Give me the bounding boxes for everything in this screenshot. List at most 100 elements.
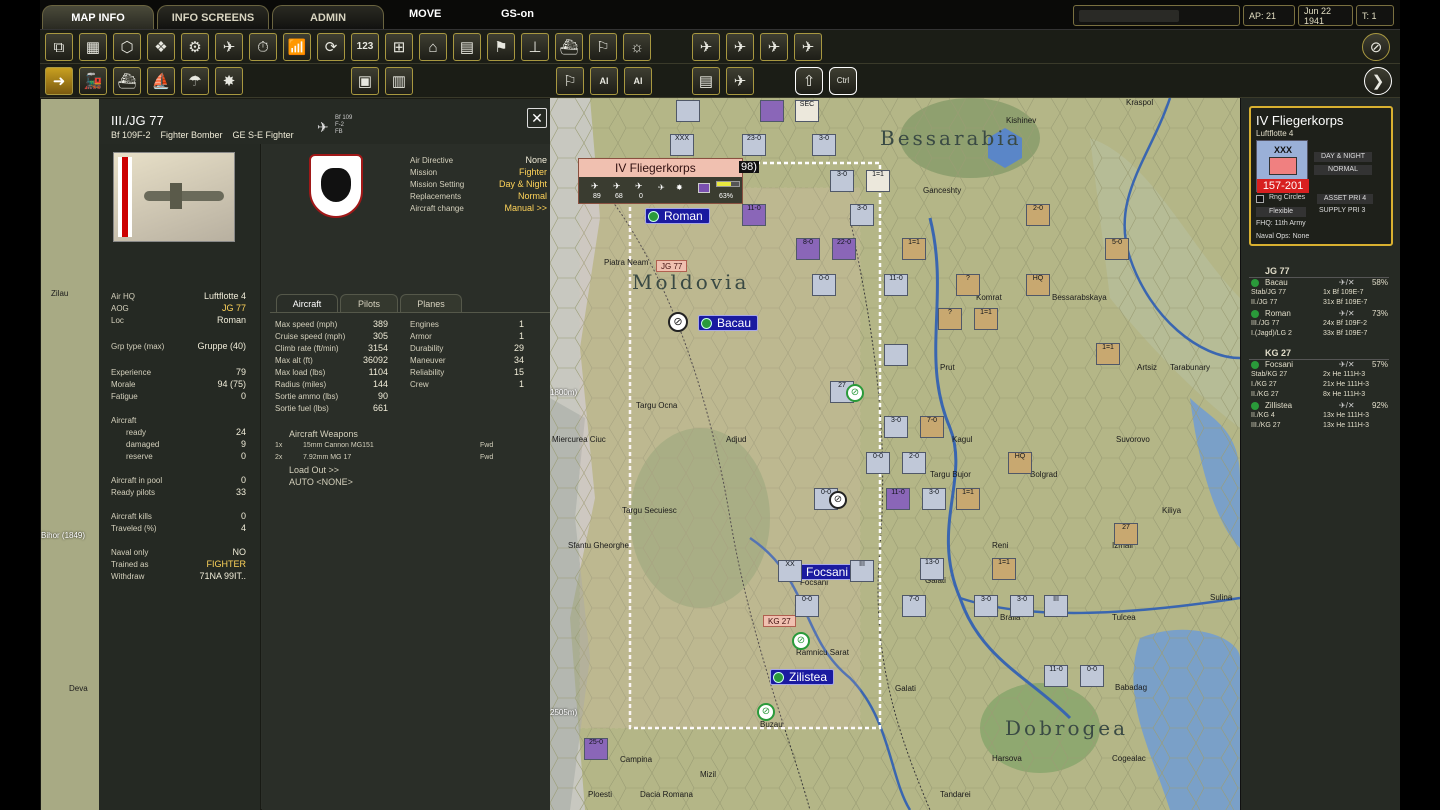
hex-map[interactable]: Bessarabia Moldovia Dobrogea Kishinev Ga…	[550, 98, 1240, 810]
sun-icon[interactable]: ☼	[623, 33, 651, 61]
subtab-aircraft[interactable]: Aircraft	[276, 294, 338, 312]
tab-map-info[interactable]: MAP INFO	[42, 5, 154, 29]
unit-counter[interactable]: 0-0	[812, 274, 836, 296]
base-name[interactable]: Focsani	[1265, 360, 1293, 369]
unit-counter[interactable]: 22-0	[832, 238, 856, 260]
radio-tower-icon[interactable]: 📶	[283, 33, 311, 61]
gear-icon[interactable]: ⚙	[181, 33, 209, 61]
unit-counter[interactable]	[760, 100, 784, 122]
unit-counter[interactable]: HQ	[1008, 452, 1032, 474]
rng-circles-checkbox[interactable]	[1256, 195, 1264, 203]
unit-counter[interactable]: 3-0	[922, 488, 946, 510]
unit-counter[interactable]: 3-0	[1010, 595, 1034, 617]
interceptor-icon[interactable]: ✈	[794, 33, 822, 61]
unit-counter[interactable]: 1=1	[992, 558, 1016, 580]
unit-counter[interactable]: 0-0	[1080, 665, 1104, 687]
fighter-icon[interactable]: ✈	[760, 33, 788, 61]
numbers-icon[interactable]: 123	[351, 33, 379, 61]
flag-icon[interactable]: ⚐	[589, 33, 617, 61]
network-icon[interactable]: ⊞	[385, 33, 413, 61]
signal-icon[interactable]: ⚑	[487, 33, 515, 61]
unit-counter[interactable]: 11-0	[886, 488, 910, 510]
unit-counter[interactable]: 23-0	[742, 134, 766, 156]
transport-ship-icon[interactable]: ⛵	[147, 67, 175, 95]
airgroup-label-jg77[interactable]: JG 77	[656, 260, 688, 272]
asset-priority[interactable]: ASSET PRI 4	[1317, 194, 1373, 204]
hq-card[interactable]: IV Fliegerkorps Luftflotte 4 XXX 157-201…	[1249, 106, 1393, 246]
unit-counter[interactable]: 3-0	[884, 416, 908, 438]
factory-icon[interactable]: ⌂	[419, 33, 447, 61]
unit-counter[interactable]: 1=1	[902, 238, 926, 260]
unit-counter[interactable]: 3-0	[974, 595, 998, 617]
up-arrow-icon[interactable]: ⇧	[795, 67, 823, 95]
explosion-icon[interactable]: ✸	[215, 67, 243, 95]
flexible-toggle[interactable]: Flexible	[1256, 207, 1306, 217]
message-box[interactable]	[1073, 5, 1240, 26]
unit-counter[interactable]: 3-0	[830, 170, 854, 192]
hq-mode-normal[interactable]: NORMAL	[1314, 165, 1372, 175]
compass-icon[interactable]: ⊘	[1362, 33, 1390, 61]
unit-counter[interactable]: 7-0	[902, 595, 926, 617]
air-mission-icon[interactable]: ✈	[726, 67, 754, 95]
unit-counter[interactable]: 0-0	[866, 452, 890, 474]
unit-counter[interactable]	[676, 100, 700, 122]
squadron-name[interactable]: III./JG 77	[1251, 320, 1279, 327]
squadron-name[interactable]: Stab/KG 27	[1251, 371, 1287, 378]
unit-counter[interactable]: 3-0	[850, 204, 874, 226]
hq-list-icon[interactable]: ▦	[79, 33, 107, 61]
arrow-right-icon[interactable]: ➜	[45, 67, 73, 95]
airbase-zilistea[interactable]: Zilistea	[770, 669, 835, 685]
unit-counter[interactable]: III	[1044, 595, 1068, 617]
tab-info-screens[interactable]: INFO SCREENS	[157, 5, 269, 29]
gs-on-toggle[interactable]: GS-on	[501, 8, 534, 20]
close-button[interactable]: ✕	[527, 108, 547, 128]
unit-counter[interactable]: 11-0	[742, 204, 766, 226]
unit-counter[interactable]: 8-0	[796, 238, 820, 260]
tab-admin[interactable]: ADMIN	[272, 5, 384, 29]
hex-outline-icon[interactable]: ⬡	[113, 33, 141, 61]
squadron-name[interactable]: III./KG 27	[1251, 422, 1281, 429]
unit-counter[interactable]: 27	[1114, 523, 1138, 545]
unit-counter[interactable]: 11-0	[1044, 665, 1068, 687]
unit-counter[interactable]: 7-0	[920, 416, 944, 438]
airbase-marker-icon[interactable]: ⊘	[792, 632, 810, 650]
move-mode-label[interactable]: MOVE	[409, 8, 441, 20]
unit-counter[interactable]: 13-0	[920, 558, 944, 580]
loadout-button[interactable]: Load Out >>	[289, 465, 339, 475]
group-name[interactable]: KG 27	[1265, 348, 1291, 358]
naval-icon[interactable]: ⛴	[113, 67, 141, 95]
unit-counter[interactable]: 1=1	[866, 170, 890, 192]
unit-counter[interactable]: 11-0	[884, 274, 908, 296]
unit-counter[interactable]: 1=1	[956, 488, 980, 510]
directive-value[interactable]: Manual >>	[504, 203, 547, 213]
squadron-name[interactable]: Stab/JG 77	[1251, 289, 1286, 296]
unit-counter[interactable]: 5-0	[1105, 238, 1129, 260]
unit-counter[interactable]: XX	[778, 560, 802, 582]
unit-counter[interactable]: III	[850, 560, 874, 582]
hex-cluster-icon[interactable]: ❖	[147, 33, 175, 61]
unit-counter[interactable]: ?	[938, 308, 962, 330]
squadron-name[interactable]: II./JG 77	[1251, 299, 1277, 306]
unit-counter[interactable]: HQ	[1026, 274, 1050, 296]
squadron-name[interactable]: I.(Jagd)/LG 2	[1251, 330, 1292, 337]
airbase-marker-icon[interactable]: ⊘	[757, 703, 775, 721]
unit-counter[interactable]: 25-0	[584, 738, 608, 760]
airgroup-label-kg27[interactable]: KG 27	[763, 615, 796, 627]
squadron-name[interactable]: I./KG 27	[1251, 381, 1277, 388]
unit-counter[interactable]: 0-0	[795, 595, 819, 617]
unit-counter[interactable]: 2-0	[1026, 204, 1050, 226]
ctrl-key-icon[interactable]: Ctrl	[829, 67, 857, 95]
refresh-icon[interactable]: ⟳	[317, 33, 345, 61]
ship-icon[interactable]: ⛴	[555, 33, 583, 61]
unit-counter[interactable]	[884, 344, 908, 366]
hq-popup[interactable]: IV Fliegerkorps ✈ ✈ ✈ ✈ ✸ 89 68 0 63% 98…	[578, 158, 759, 204]
airbase-bacau[interactable]: Bacau	[698, 315, 759, 331]
base-name[interactable]: Bacau	[1265, 278, 1288, 287]
airbase-roman[interactable]: Roman	[645, 208, 710, 224]
supply-icon[interactable]: ▣	[351, 67, 379, 95]
unit-counter[interactable]: SEC	[795, 100, 819, 122]
unit-counter[interactable]: 1=1	[974, 308, 998, 330]
hq-mode-day-night[interactable]: DAY & NIGHT	[1314, 152, 1372, 162]
train-icon[interactable]: 🚂	[79, 67, 107, 95]
ai-icon[interactable]: AI	[590, 67, 618, 95]
